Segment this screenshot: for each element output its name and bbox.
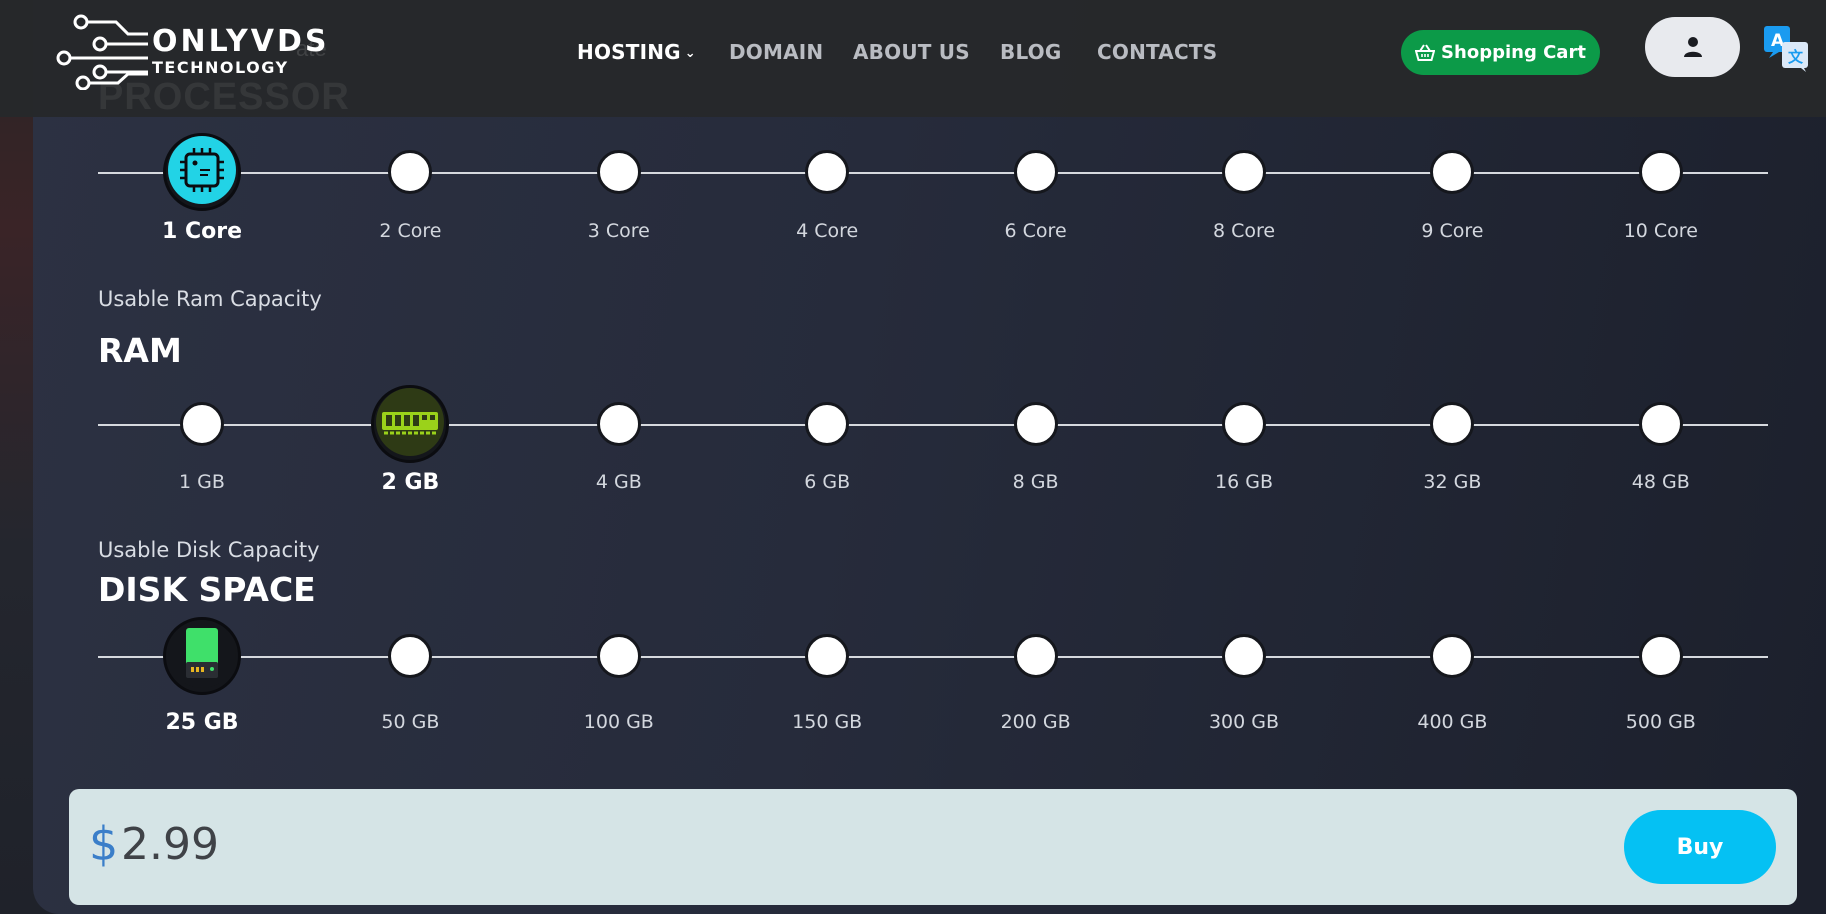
ram-option-node[interactable] xyxy=(1013,402,1058,446)
processor-track xyxy=(98,172,1768,174)
processor-option-label[interactable]: 6 Core xyxy=(1005,220,1067,242)
ram-option-node[interactable] xyxy=(1222,402,1266,446)
processor-option-node[interactable] xyxy=(805,150,850,194)
processor-option-node[interactable] xyxy=(163,133,241,211)
configurator-panel xyxy=(33,0,1826,914)
disk-option-node[interactable] xyxy=(163,617,241,695)
translate-icon[interactable]: A 文 xyxy=(1763,24,1811,72)
processor-option-node[interactable] xyxy=(1430,150,1475,194)
processor-option-node[interactable] xyxy=(1013,150,1058,194)
disk-option-label[interactable]: 50 GB xyxy=(381,711,439,733)
processor-option-label[interactable]: 9 Core xyxy=(1421,220,1483,242)
chevron-down-icon: ⌄ xyxy=(684,46,696,61)
nav-item-blog[interactable]: BLOG xyxy=(1000,40,1062,64)
ram-option-label[interactable]: 6 GB xyxy=(804,471,850,493)
ram-option-node[interactable] xyxy=(371,385,450,463)
disk-option-label[interactable]: 25 GB xyxy=(165,710,238,735)
disk-option-node[interactable] xyxy=(1013,634,1058,678)
ram-option-label[interactable]: 8 GB xyxy=(1013,471,1059,493)
disk-option-node[interactable] xyxy=(805,634,850,678)
disk-option-label[interactable]: 500 GB xyxy=(1626,711,1696,733)
processor-option-label[interactable]: 4 Core xyxy=(796,220,858,242)
nav-item-about-us[interactable]: ABOUT US xyxy=(853,40,970,64)
brand-tagline: TECHNOLOGY xyxy=(152,58,289,77)
nav-item-domain[interactable]: DOMAIN xyxy=(729,40,823,64)
price-bar: $ 2.99 Buy xyxy=(69,789,1797,905)
nav-item-hosting[interactable]: HOSTING ⌄ xyxy=(577,40,696,64)
processor-option-node[interactable] xyxy=(596,150,641,194)
nav-item-label: HOSTING xyxy=(577,40,681,64)
shopping-cart-button[interactable]: Shopping Cart xyxy=(1401,30,1600,75)
price-currency: $ xyxy=(89,817,119,871)
cart-label: Shopping Cart xyxy=(1441,42,1586,63)
disk-option-node[interactable] xyxy=(596,634,641,678)
disk-option-label[interactable]: 100 GB xyxy=(584,711,654,733)
processor-option-label[interactable]: 2 Core xyxy=(379,220,441,242)
disk-option-node[interactable] xyxy=(1638,634,1683,678)
ram-track xyxy=(98,424,1768,426)
disk-option-label[interactable]: 300 GB xyxy=(1209,711,1279,733)
ram-option-label[interactable]: 16 GB xyxy=(1215,471,1273,493)
ram-title: RAM xyxy=(98,331,182,370)
price-amount: 2.99 xyxy=(121,819,219,870)
ram-option-label[interactable]: 1 GB xyxy=(179,471,225,493)
disk-option-node[interactable] xyxy=(1222,634,1266,678)
user-account-button[interactable] xyxy=(1645,17,1740,77)
ram-option-label[interactable]: 2 GB xyxy=(381,470,439,495)
ram-option-label[interactable]: 32 GB xyxy=(1423,471,1481,493)
ram-module-icon xyxy=(374,386,446,462)
circuit-logo-icon xyxy=(56,14,148,91)
processor-option-node[interactable] xyxy=(1222,150,1266,194)
brand-name: ONLYVDS xyxy=(152,24,330,59)
ram-option-node[interactable] xyxy=(1638,402,1683,446)
buy-button[interactable]: Buy xyxy=(1624,810,1776,884)
basket-icon xyxy=(1415,43,1436,61)
svg-text:文: 文 xyxy=(1788,48,1804,66)
ram-option-node[interactable] xyxy=(805,402,850,446)
disk-track xyxy=(98,656,1768,658)
ram-option-node[interactable] xyxy=(1430,402,1475,446)
ram-option-node[interactable] xyxy=(596,402,641,446)
disk-title: DISK SPACE xyxy=(98,570,316,609)
processor-option-node[interactable] xyxy=(388,150,433,194)
disk-option-node[interactable] xyxy=(388,634,433,678)
disk-option-label[interactable]: 200 GB xyxy=(1001,711,1071,733)
disk-caption: Usable Disk Capacity xyxy=(98,538,320,562)
disk-option-label[interactable]: 150 GB xyxy=(792,711,862,733)
nav-item-contacts[interactable]: CONTACTS xyxy=(1097,40,1217,64)
processor-option-label[interactable]: 8 Core xyxy=(1213,220,1275,242)
processor-option-label[interactable]: 10 Core xyxy=(1624,220,1698,242)
ram-caption: Usable Ram Capacity xyxy=(98,287,322,311)
disk-option-label[interactable]: 400 GB xyxy=(1417,711,1487,733)
brand-logo[interactable]: ONLYVDS TECHNOLOGY xyxy=(56,14,336,91)
cpu-chip-icon xyxy=(166,134,238,210)
disk-drive-icon xyxy=(166,618,238,694)
processor-option-label[interactable]: 3 Core xyxy=(588,220,650,242)
ram-option-label[interactable]: 48 GB xyxy=(1632,471,1690,493)
ram-option-label[interactable]: 4 GB xyxy=(596,471,642,493)
ram-option-node[interactable] xyxy=(180,402,224,446)
processor-option-node[interactable] xyxy=(1638,150,1683,194)
disk-option-node[interactable] xyxy=(1430,634,1475,678)
processor-option-label[interactable]: 1 Core xyxy=(162,219,242,244)
user-icon xyxy=(1683,37,1702,57)
